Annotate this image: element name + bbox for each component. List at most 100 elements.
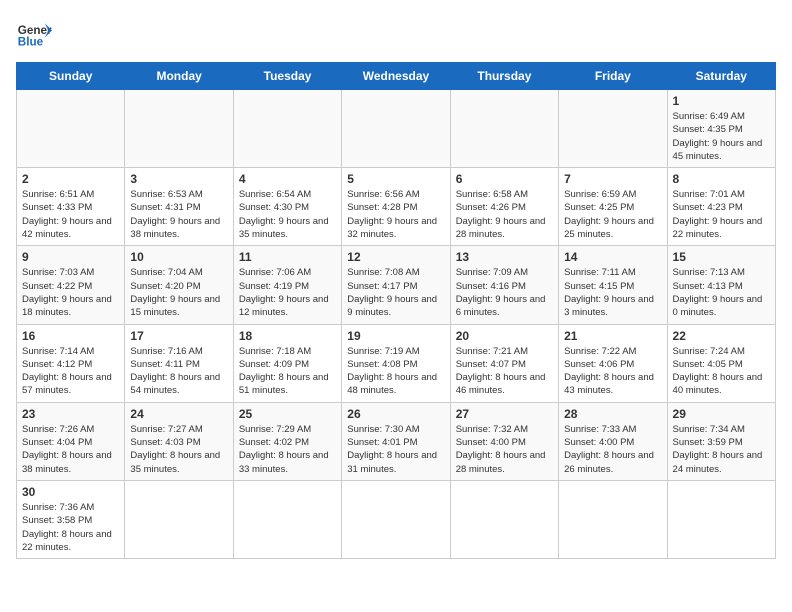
day-of-week-header: Saturday bbox=[667, 63, 775, 90]
calendar-day-cell bbox=[667, 480, 775, 558]
calendar-day-cell: 17Sunrise: 7:16 AM Sunset: 4:11 PM Dayli… bbox=[125, 324, 233, 402]
day-info: Sunrise: 7:33 AM Sunset: 4:00 PM Dayligh… bbox=[564, 423, 661, 476]
day-number: 25 bbox=[239, 407, 336, 421]
day-number: 20 bbox=[456, 329, 553, 343]
calendar-day-cell: 23 Sunrise: 7:26 AM Sunset: 4:04 PM Dayli… bbox=[17, 402, 125, 480]
calendar-header-row: SundayMondayTuesdayWednesdayThursdayFrid… bbox=[17, 63, 776, 90]
day-number: 22 bbox=[673, 329, 770, 343]
calendar-day-cell: 30 Sunrise: 7:36 AM Sunset: 3:58 PM Dayli… bbox=[17, 480, 125, 558]
day-info: Sunrise: 7:22 AM Sunset: 4:06 PM Dayligh… bbox=[564, 345, 661, 398]
logo: General Blue bbox=[16, 16, 52, 52]
day-info: Sunrise: 7:06 AM Sunset: 4:19 PM Dayligh… bbox=[239, 266, 336, 319]
day-info: Sunrise: 7:11 AM Sunset: 4:15 PM Dayligh… bbox=[564, 266, 661, 319]
day-info: Sunrise: 7:32 AM Sunset: 4:00 PM Dayligh… bbox=[456, 423, 553, 476]
day-number: 19 bbox=[347, 329, 444, 343]
day-number: 30 bbox=[22, 485, 119, 499]
day-number: 1 bbox=[673, 94, 770, 108]
day-number: 7 bbox=[564, 172, 661, 186]
day-info: Sunrise: 6:56 AM Sunset: 4:28 PM Dayligh… bbox=[347, 188, 444, 241]
day-of-week-header: Monday bbox=[125, 63, 233, 90]
calendar-day-cell: 13 Sunrise: 7:09 AM Sunset: 4:16 PM Dayli… bbox=[450, 246, 558, 324]
day-number: 5 bbox=[347, 172, 444, 186]
day-info: Sunrise: 7:36 AM Sunset: 3:58 PM Dayligh… bbox=[22, 501, 119, 554]
page-header: General Blue bbox=[16, 16, 776, 52]
day-info: Sunrise: 7:30 AM Sunset: 4:01 PM Dayligh… bbox=[347, 423, 444, 476]
calendar-day-cell: 19 Sunrise: 7:19 AM Sunset: 4:08 PM Dayli… bbox=[342, 324, 450, 402]
day-info: Sunrise: 7:16 AM Sunset: 4:11 PM Dayligh… bbox=[130, 345, 227, 398]
calendar-day-cell: 2 Sunrise: 6:51 AM Sunset: 4:33 PM Daylig… bbox=[17, 168, 125, 246]
calendar-day-cell bbox=[125, 90, 233, 168]
day-info: Sunrise: 7:19 AM Sunset: 4:08 PM Dayligh… bbox=[347, 345, 444, 398]
day-number: 23 bbox=[22, 407, 119, 421]
calendar-day-cell bbox=[559, 90, 667, 168]
day-info: Sunrise: 7:09 AM Sunset: 4:16 PM Dayligh… bbox=[456, 266, 553, 319]
calendar-day-cell: 15Sunrise: 7:13 AM Sunset: 4:13 PM Dayli… bbox=[667, 246, 775, 324]
calendar-day-cell bbox=[17, 90, 125, 168]
calendar-day-cell: 1 Sunrise: 6:49 AM Sunset: 4:35 PM Daylig… bbox=[667, 90, 775, 168]
day-info: Sunrise: 7:21 AM Sunset: 4:07 PM Dayligh… bbox=[456, 345, 553, 398]
calendar-day-cell: 12Sunrise: 7:08 AM Sunset: 4:17 PM Dayli… bbox=[342, 246, 450, 324]
calendar-week-row: 1 Sunrise: 6:49 AM Sunset: 4:35 PM Daylig… bbox=[17, 90, 776, 168]
day-number: 14 bbox=[564, 250, 661, 264]
day-info: Sunrise: 7:27 AM Sunset: 4:03 PM Dayligh… bbox=[130, 423, 227, 476]
day-number: 27 bbox=[456, 407, 553, 421]
calendar-day-cell bbox=[450, 90, 558, 168]
calendar-day-cell: 27 Sunrise: 7:32 AM Sunset: 4:00 PM Dayli… bbox=[450, 402, 558, 480]
day-of-week-header: Thursday bbox=[450, 63, 558, 90]
day-info: Sunrise: 6:54 AM Sunset: 4:30 PM Dayligh… bbox=[239, 188, 336, 241]
calendar-day-cell: 25 Sunrise: 7:29 AM Sunset: 4:02 PM Dayli… bbox=[233, 402, 341, 480]
day-of-week-header: Sunday bbox=[17, 63, 125, 90]
day-info: Sunrise: 7:04 AM Sunset: 4:20 PM Dayligh… bbox=[130, 266, 227, 319]
day-info: Sunrise: 7:01 AM Sunset: 4:23 PM Dayligh… bbox=[673, 188, 770, 241]
day-of-week-header: Tuesday bbox=[233, 63, 341, 90]
calendar-day-cell: 4 Sunrise: 6:54 AM Sunset: 4:30 PM Daylig… bbox=[233, 168, 341, 246]
calendar-week-row: 23 Sunrise: 7:26 AM Sunset: 4:04 PM Dayli… bbox=[17, 402, 776, 480]
calendar-day-cell: 14 Sunrise: 7:11 AM Sunset: 4:15 PM Dayli… bbox=[559, 246, 667, 324]
day-of-week-header: Wednesday bbox=[342, 63, 450, 90]
calendar-day-cell: 22Sunrise: 7:24 AM Sunset: 4:05 PM Dayli… bbox=[667, 324, 775, 402]
logo-icon: General Blue bbox=[16, 16, 52, 52]
day-info: Sunrise: 6:51 AM Sunset: 4:33 PM Dayligh… bbox=[22, 188, 119, 241]
day-number: 11 bbox=[239, 250, 336, 264]
day-number: 24 bbox=[130, 407, 227, 421]
day-number: 12 bbox=[347, 250, 444, 264]
calendar-table: SundayMondayTuesdayWednesdayThursdayFrid… bbox=[16, 62, 776, 559]
day-info: Sunrise: 7:18 AM Sunset: 4:09 PM Dayligh… bbox=[239, 345, 336, 398]
calendar-day-cell bbox=[233, 90, 341, 168]
calendar-day-cell: 24 Sunrise: 7:27 AM Sunset: 4:03 PM Dayli… bbox=[125, 402, 233, 480]
day-info: Sunrise: 6:53 AM Sunset: 4:31 PM Dayligh… bbox=[130, 188, 227, 241]
calendar-day-cell: 5 Sunrise: 6:56 AM Sunset: 4:28 PM Daylig… bbox=[342, 168, 450, 246]
day-info: Sunrise: 7:34 AM Sunset: 3:59 PM Dayligh… bbox=[673, 423, 770, 476]
day-number: 13 bbox=[456, 250, 553, 264]
calendar-day-cell: 26Sunrise: 7:30 AM Sunset: 4:01 PM Dayli… bbox=[342, 402, 450, 480]
day-number: 3 bbox=[130, 172, 227, 186]
day-number: 8 bbox=[673, 172, 770, 186]
svg-text:Blue: Blue bbox=[18, 36, 44, 49]
calendar-day-cell: 11 Sunrise: 7:06 AM Sunset: 4:19 PM Dayli… bbox=[233, 246, 341, 324]
calendar-day-cell: 3 Sunrise: 6:53 AM Sunset: 4:31 PM Daylig… bbox=[125, 168, 233, 246]
day-number: 2 bbox=[22, 172, 119, 186]
calendar-day-cell bbox=[559, 480, 667, 558]
day-info: Sunrise: 6:49 AM Sunset: 4:35 PM Dayligh… bbox=[673, 110, 770, 163]
day-number: 29 bbox=[673, 407, 770, 421]
day-number: 4 bbox=[239, 172, 336, 186]
day-number: 9 bbox=[22, 250, 119, 264]
calendar-day-cell: 16Sunrise: 7:14 AM Sunset: 4:12 PM Dayli… bbox=[17, 324, 125, 402]
day-info: Sunrise: 7:13 AM Sunset: 4:13 PM Dayligh… bbox=[673, 266, 770, 319]
calendar-day-cell bbox=[125, 480, 233, 558]
day-info: Sunrise: 6:58 AM Sunset: 4:26 PM Dayligh… bbox=[456, 188, 553, 241]
day-number: 28 bbox=[564, 407, 661, 421]
calendar-week-row: 2 Sunrise: 6:51 AM Sunset: 4:33 PM Daylig… bbox=[17, 168, 776, 246]
day-info: Sunrise: 7:03 AM Sunset: 4:22 PM Dayligh… bbox=[22, 266, 119, 319]
day-info: Sunrise: 7:14 AM Sunset: 4:12 PM Dayligh… bbox=[22, 345, 119, 398]
day-number: 21 bbox=[564, 329, 661, 343]
calendar-day-cell bbox=[233, 480, 341, 558]
calendar-day-cell: 9 Sunrise: 7:03 AM Sunset: 4:22 PM Daylig… bbox=[17, 246, 125, 324]
day-of-week-header: Friday bbox=[559, 63, 667, 90]
day-info: Sunrise: 7:26 AM Sunset: 4:04 PM Dayligh… bbox=[22, 423, 119, 476]
calendar-day-cell: 29 Sunrise: 7:34 AM Sunset: 3:59 PM Dayli… bbox=[667, 402, 775, 480]
calendar-day-cell bbox=[342, 480, 450, 558]
calendar-week-row: 16Sunrise: 7:14 AM Sunset: 4:12 PM Dayli… bbox=[17, 324, 776, 402]
day-info: Sunrise: 7:29 AM Sunset: 4:02 PM Dayligh… bbox=[239, 423, 336, 476]
calendar-day-cell: 28 Sunrise: 7:33 AM Sunset: 4:00 PM Dayli… bbox=[559, 402, 667, 480]
